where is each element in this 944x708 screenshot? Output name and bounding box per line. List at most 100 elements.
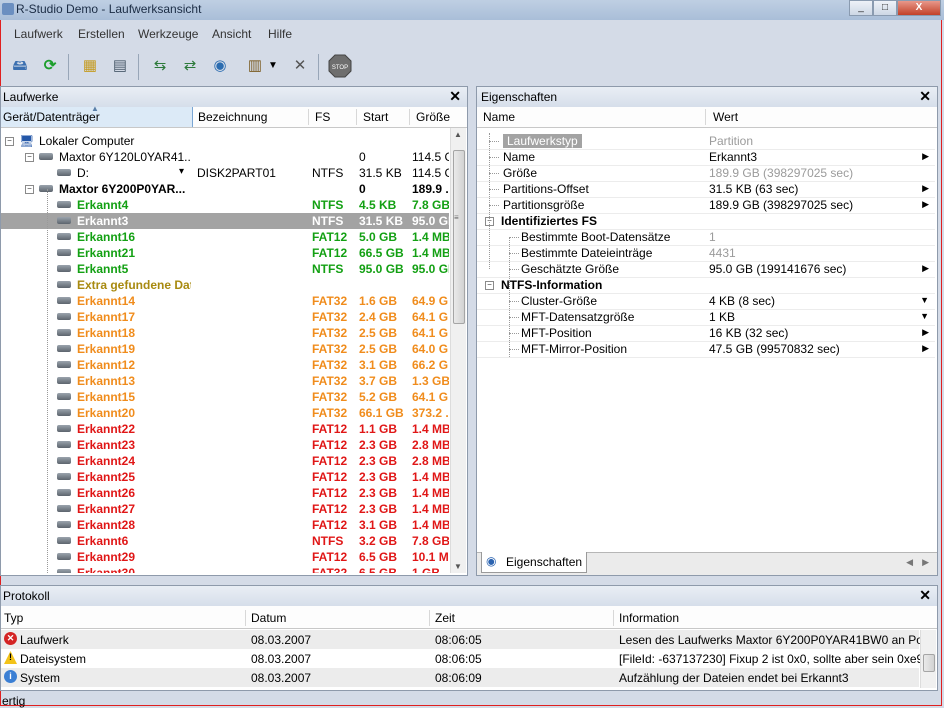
expand-arrow-icon[interactable]: ▶ bbox=[922, 343, 929, 354]
region-icon[interactable]: ▥ bbox=[243, 54, 267, 78]
tree-row[interactable]: D: ▾ DISK2PART01 NTFS 31.5 KB 114.5 G bbox=[1, 165, 449, 181]
tree-row[interactable]: Erkannt27 FAT12 2.3 GB 1.4 MB bbox=[1, 501, 449, 517]
tree-row[interactable]: Erkannt21 FAT12 66.5 GB 1.4 MB bbox=[1, 245, 449, 261]
menu-hilfe[interactable]: Hilfe bbox=[268, 27, 292, 41]
col-device[interactable]: Gerät/Datenträger bbox=[3, 110, 100, 124]
expand-arrow-icon[interactable]: ▶ bbox=[922, 151, 929, 162]
expand-arrow-icon[interactable]: ▶ bbox=[922, 263, 929, 274]
log-row[interactable]: ! Dateisystem 08.03.2007 08:06:05 [FileId: -… bbox=[1, 649, 923, 668]
drives-icon[interactable]: 🖴 bbox=[8, 54, 32, 78]
property-row[interactable]: Größe 189.9 GB (398297025 sec) bbox=[477, 165, 935, 182]
recover-marked-icon[interactable]: ⇄ bbox=[178, 54, 202, 78]
col-label[interactable]: Bezeichnung bbox=[198, 110, 267, 124]
tree-row[interactable]: Erkannt15 FAT32 5.2 GB 64.1 G bbox=[1, 389, 449, 405]
menu-ansicht[interactable]: Ansicht bbox=[212, 27, 251, 41]
col-date[interactable]: Datum bbox=[251, 611, 286, 625]
tree-row[interactable]: − Maxtor 6Y200P0YAR... 0 189.9 ... bbox=[1, 181, 449, 197]
tree-row[interactable]: Erkannt18 FAT32 2.5 GB 64.1 G bbox=[1, 325, 449, 341]
log-row[interactable]: i System 08.03.2007 08:06:09 Aufzählung der … bbox=[1, 668, 919, 687]
tree-row[interactable]: Erkannt23 FAT12 2.3 GB 2.8 MB bbox=[1, 437, 449, 453]
tree-row[interactable]: Erkannt4 NTFS 4.5 KB 7.8 GB bbox=[1, 197, 449, 213]
scan-icon[interactable]: ▤ bbox=[108, 54, 132, 78]
scroll-up-icon[interactable]: ▲ bbox=[454, 130, 462, 139]
col-type[interactable]: Typ bbox=[4, 611, 23, 625]
close-icon[interactable]: ✕ bbox=[919, 587, 931, 604]
menu-werkzeuge[interactable]: Werkzeuge bbox=[138, 27, 198, 41]
tree-row[interactable]: Erkannt17 FAT32 2.4 GB 64.1 G bbox=[1, 309, 449, 325]
disk-image-icon[interactable]: ◉ bbox=[208, 54, 232, 78]
property-row[interactable]: MFT-Datensatzgröße 1 KB ▼ bbox=[477, 309, 935, 326]
log-row[interactable]: ✕ Laufwerk 08.03.2007 08:06:05 Lesen des Lau… bbox=[1, 630, 933, 649]
tree-row[interactable]: Erkannt28 FAT12 3.1 GB 1.4 MB bbox=[1, 517, 449, 533]
property-row[interactable]: Partitions-Offset 31.5 KB (63 sec) ▶ bbox=[477, 181, 935, 198]
col-start[interactable]: Start bbox=[363, 110, 388, 124]
property-row[interactable]: Partitionsgröße 189.9 GB (398297025 sec) ▶ bbox=[477, 197, 935, 214]
refresh-icon[interactable]: ⟳ bbox=[38, 54, 62, 78]
close-icon[interactable]: ✕ bbox=[919, 88, 931, 105]
close-icon[interactable]: ✕ bbox=[449, 88, 461, 105]
tree-row[interactable]: Erkannt25 FAT12 2.3 GB 1.4 MB bbox=[1, 469, 449, 485]
property-row[interactable]: − Identifiziertes FS bbox=[477, 213, 935, 230]
property-row[interactable]: Bestimmte Boot-Datensätze 1 bbox=[477, 229, 935, 246]
property-row[interactable]: Cluster-Größe 4 KB (8 sec) ▼ bbox=[477, 293, 935, 310]
menu-erstellen[interactable]: Erstellen bbox=[78, 27, 125, 41]
property-row[interactable]: MFT-Mirror-Position 47.5 GB (99570832 sec… bbox=[477, 341, 935, 358]
tree-row[interactable]: Extra gefundene Dateien bbox=[1, 277, 449, 293]
scroll-down-icon[interactable]: ▼ bbox=[454, 562, 462, 571]
stop-icon[interactable]: STOP bbox=[328, 54, 352, 78]
tree-row[interactable]: Erkannt13 FAT32 3.7 GB 1.3 GB bbox=[1, 373, 449, 389]
tree-row[interactable]: Erkannt5 NTFS 95.0 GB 95.0 GB bbox=[1, 261, 449, 277]
col-name[interactable]: Name bbox=[483, 110, 515, 124]
open-folder-icon[interactable]: ▦ bbox=[78, 54, 102, 78]
maximize-button[interactable]: □ bbox=[873, 0, 897, 16]
tree-row[interactable]: Erkannt24 FAT12 2.3 GB 2.8 MB bbox=[1, 453, 449, 469]
tree-row[interactable]: Erkannt30 FAT32 6.5 GB 1 GB bbox=[1, 565, 449, 573]
drives-scroll-thumb[interactable] bbox=[453, 150, 465, 324]
tree-row[interactable]: Erkannt6 NTFS 3.2 GB 7.8 GB bbox=[1, 533, 449, 549]
tree-row[interactable]: Erkannt12 FAT32 3.1 GB 66.2 G bbox=[1, 357, 449, 373]
log-scrollbar[interactable] bbox=[920, 630, 936, 688]
dropdown-arrow-icon[interactable]: ▼ bbox=[920, 295, 929, 305]
drives-scrollbar[interactable]: ▲ ≡ ▼ bbox=[450, 128, 466, 573]
expand-arrow-icon[interactable]: ▶ bbox=[922, 327, 929, 338]
menu-laufwerk[interactable]: Laufwerk bbox=[14, 27, 63, 41]
col-size[interactable]: Größe bbox=[416, 110, 450, 124]
collapse-icon[interactable]: − bbox=[485, 281, 494, 290]
tools-icon[interactable]: ✕ bbox=[288, 54, 312, 78]
recover-icon[interactable]: ⇆ bbox=[148, 54, 172, 78]
dropdown-icon[interactable]: ▼ bbox=[266, 54, 280, 78]
log-scroll-thumb[interactable] bbox=[923, 654, 935, 672]
col-fs[interactable]: FS bbox=[315, 110, 330, 124]
col-information[interactable]: Information bbox=[619, 611, 679, 625]
dropdown-arrow-icon[interactable]: ▼ bbox=[920, 311, 929, 321]
close-button[interactable]: X bbox=[897, 0, 941, 16]
expand-arrow-icon[interactable]: ▶ bbox=[922, 199, 929, 210]
tree-row[interactable]: Erkannt14 FAT32 1.6 GB 64.9 G bbox=[1, 293, 449, 309]
tree-row[interactable]: − Maxtor 6Y120L0YAR41... 0 114.5 G bbox=[1, 149, 449, 165]
property-row[interactable]: Bestimmte Dateieinträge 4431 bbox=[477, 245, 935, 262]
col-value[interactable]: Wert bbox=[713, 110, 738, 124]
tab-eigenschaften[interactable]: ◉ Eigenschaften bbox=[481, 552, 587, 573]
property-row[interactable]: Geschätzte Größe 95.0 GB (199141676 sec) ▶ bbox=[477, 261, 935, 278]
tree-row[interactable]: Erkannt22 FAT12 1.1 GB 1.4 MB bbox=[1, 421, 449, 437]
tab-scroll-right-icon[interactable]: ▶ bbox=[922, 557, 929, 568]
tree-row[interactable]: Erkannt16 FAT12 5.0 GB 1.4 MB bbox=[1, 229, 449, 245]
dropdown-arrow-icon[interactable]: ▾ bbox=[179, 166, 184, 177]
collapse-icon[interactable]: − bbox=[25, 185, 34, 194]
property-row[interactable]: Laufwerkstyp Partition bbox=[477, 133, 935, 150]
property-row[interactable]: − NTFS-Information bbox=[477, 277, 935, 294]
tree-row[interactable]: − 🖥 Lokaler Computer bbox=[1, 133, 449, 149]
minimize-button[interactable]: _ bbox=[849, 0, 873, 16]
tree-row[interactable]: Erkannt26 FAT12 2.3 GB 1.4 MB bbox=[1, 485, 449, 501]
tab-scroll-left-icon[interactable]: ◀ bbox=[906, 557, 913, 568]
expand-arrow-icon[interactable]: ▶ bbox=[922, 183, 929, 194]
collapse-icon[interactable]: − bbox=[5, 137, 14, 146]
tree-row[interactable]: Erkannt20 FAT32 66.1 GB 373.2 ... bbox=[1, 405, 449, 421]
property-row[interactable]: MFT-Position 16 KB (32 sec) ▶ bbox=[477, 325, 935, 342]
col-time[interactable]: Zeit bbox=[435, 611, 455, 625]
collapse-icon[interactable]: − bbox=[25, 153, 34, 162]
tree-row[interactable]: Erkannt29 FAT12 6.5 GB 10.1 M bbox=[1, 549, 449, 565]
property-row[interactable]: Name Erkannt3 ▶ bbox=[477, 149, 935, 166]
tree-row[interactable]: Erkannt3 NTFS 31.5 KB 95.0 GB bbox=[1, 213, 449, 229]
tree-row[interactable]: Erkannt19 FAT32 2.5 GB 64.0 G bbox=[1, 341, 449, 357]
